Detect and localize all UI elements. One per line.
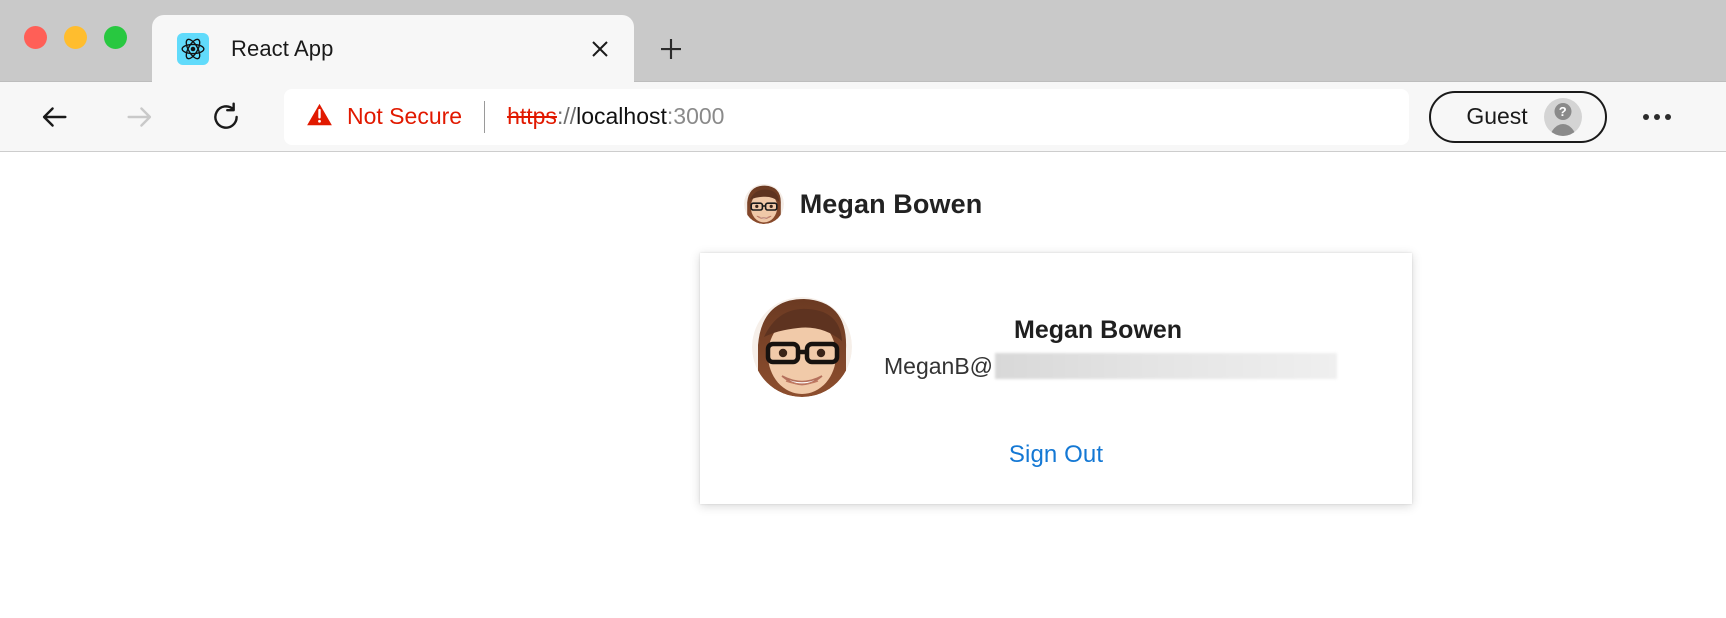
ellipsis-dot — [1665, 113, 1671, 120]
url-host: localhost — [576, 103, 667, 129]
card-identity: Megan Bowen MeganB@ — [700, 253, 1412, 397]
card-user-name: Megan Bowen — [1014, 315, 1183, 344]
url-port: :3000 — [666, 103, 725, 129]
card-actions: Sign Out — [700, 441, 1412, 469]
window-zoom-button[interactable] — [104, 26, 127, 49]
window-traffic-lights — [24, 26, 127, 49]
warning-triangle-icon — [306, 101, 333, 133]
profile-label: Guest — [1466, 103, 1528, 129]
close-icon[interactable] — [578, 27, 622, 71]
avatar — [743, 184, 784, 224]
page-content: Megan Bowen Megan Bowen MeganB@ Sign Out — [0, 152, 1726, 618]
profile-button-guest[interactable]: Guest ? — [1429, 90, 1607, 143]
page-header: Megan Bowen — [0, 152, 1726, 224]
profile-card: Megan Bowen MeganB@ Sign Out — [700, 253, 1412, 504]
arrow-right-icon — [114, 91, 166, 143]
tab-bar: React App — [0, 0, 1726, 83]
tab-title: React App — [231, 36, 334, 61]
avatar — [752, 297, 852, 397]
browser-window: React App Not Secure https://localhost:3… — [0, 0, 1726, 618]
react-logo-icon — [177, 33, 209, 65]
guest-avatar-body — [1548, 123, 1578, 136]
reload-icon[interactable] — [200, 91, 252, 143]
security-status-label: Not Secure — [347, 103, 463, 129]
url-text: https://localhost:3000 — [507, 103, 724, 130]
url-separator: :// — [556, 103, 577, 129]
card-user-email: MeganB@ — [884, 352, 1338, 380]
guest-avatar-icon: ? — [1543, 97, 1582, 136]
sign-out-button[interactable]: Sign Out — [1009, 441, 1103, 469]
omnibox-divider — [484, 100, 486, 133]
ellipsis-dot — [1643, 113, 1649, 120]
arrow-left-icon[interactable] — [28, 91, 80, 143]
page-title: Megan Bowen — [799, 188, 983, 219]
window-close-button[interactable] — [24, 26, 47, 49]
new-tab-button[interactable] — [648, 26, 694, 72]
card-email-prefix: MeganB@ — [884, 352, 994, 379]
url-scheme: https — [507, 103, 557, 129]
guest-avatar-glyph: ? — [1554, 102, 1572, 120]
window-minimize-button[interactable] — [64, 26, 87, 49]
card-email-domain-redacted — [995, 353, 1338, 379]
identity-text: Megan Bowen MeganB@ — [884, 315, 1338, 380]
security-status[interactable]: Not Secure — [306, 101, 462, 133]
ellipsis-dot — [1654, 113, 1660, 120]
browser-tab-react-app[interactable]: React App — [152, 15, 634, 83]
browser-toolbar: Not Secure https://localhost:3000 Guest … — [0, 82, 1726, 152]
ellipsis-icon[interactable] — [1631, 91, 1683, 143]
address-bar[interactable]: Not Secure https://localhost:3000 — [284, 88, 1409, 145]
